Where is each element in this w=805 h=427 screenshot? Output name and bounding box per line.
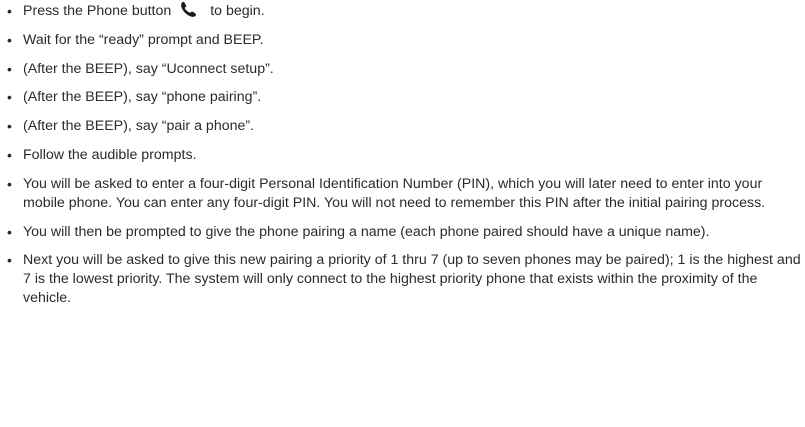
bullet: • — [7, 3, 12, 19]
step-text: Next you will be asked to give this new … — [23, 252, 801, 307]
bullet: • — [7, 118, 12, 135]
step-text: Wait for the “ready” prompt and BEEP. — [23, 31, 264, 48]
list-item: • (After the BEEP), say “pair a phone”. — [5, 117, 801, 136]
list-item: • Next you will be asked to give this ne… — [5, 251, 801, 308]
list-item: • (After the BEEP), say “Uconnect setup”… — [5, 60, 801, 79]
bullet: • — [7, 252, 12, 269]
step-text: (After the BEEP), say “phone pairing”. — [23, 89, 262, 106]
list-item: • Follow the audible prompts. — [5, 146, 801, 165]
bullet: • — [7, 223, 12, 240]
step-text-after: to begin. — [210, 3, 265, 19]
phone-icon — [180, 1, 200, 18]
bullet: • — [7, 31, 12, 48]
list-item: • You will be asked to enter a four-digi… — [5, 175, 801, 213]
instruction-list: • Press the Phone button to begin. • Wai… — [5, 2, 801, 318]
bullet: • — [7, 89, 12, 106]
step-text: (After the BEEP), say “pair a phone”. — [23, 118, 255, 135]
step-text-before: Press the Phone button — [23, 3, 172, 19]
step-text: You will then be prompted to give the ph… — [23, 223, 710, 240]
step-text: You will be asked to enter a four-digit … — [23, 175, 766, 211]
bullet: • — [7, 146, 12, 163]
list-item: • Wait for the “ready” prompt and BEEP. — [5, 31, 801, 50]
bullet: • — [7, 175, 12, 192]
list-item: • (After the BEEP), say “phone pairing”. — [5, 88, 801, 107]
step-text: Follow the audible prompts. — [23, 146, 197, 163]
bullet: • — [7, 60, 12, 77]
list-item: • Press the Phone button to begin. — [5, 2, 801, 21]
step-text: (After the BEEP), say “Uconnect setup”. — [23, 60, 274, 77]
list-item: • You will then be prompted to give the … — [5, 223, 801, 242]
